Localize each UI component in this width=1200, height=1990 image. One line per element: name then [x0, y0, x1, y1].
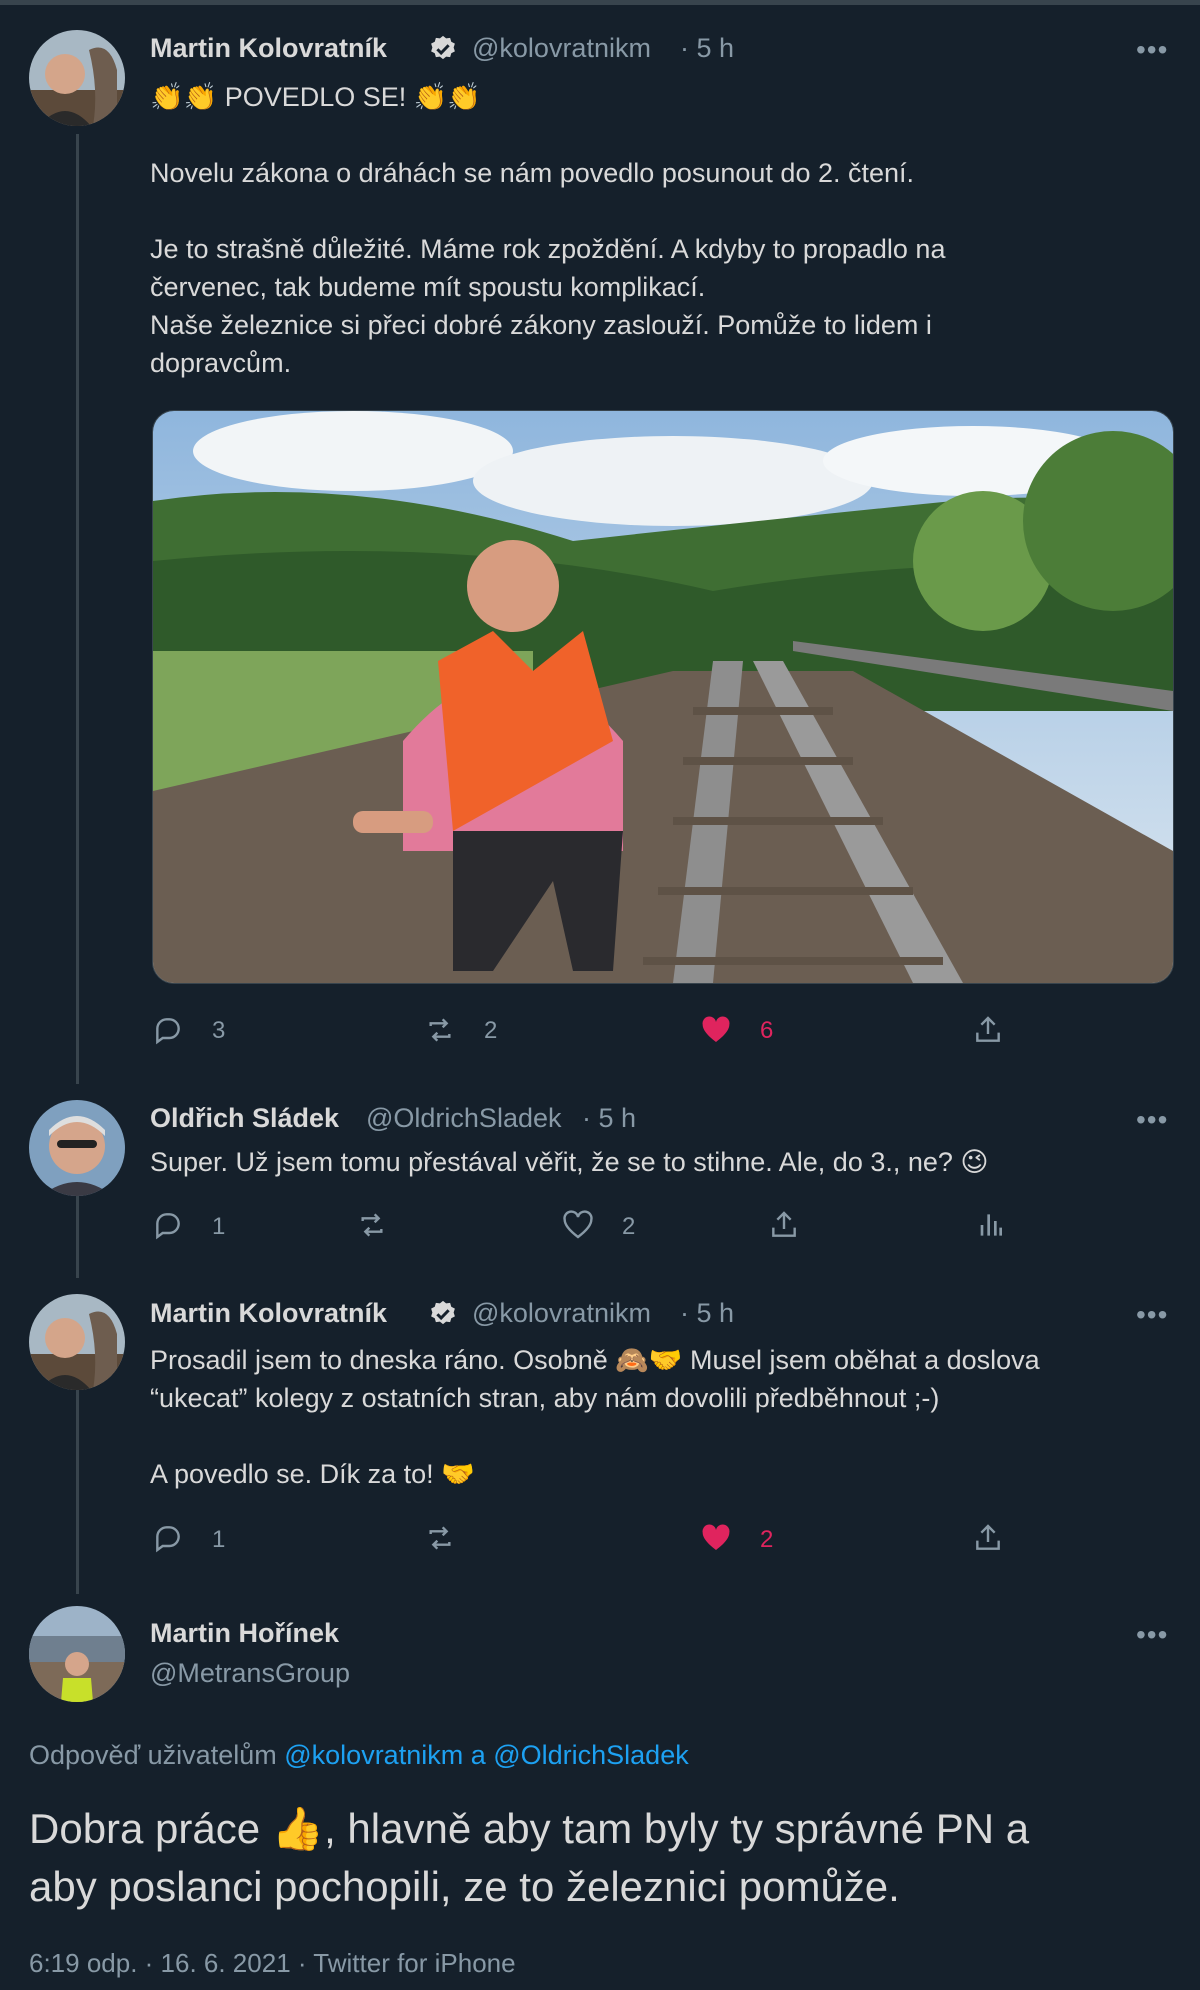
reply-count: 1 [212, 1213, 226, 1240]
author-name[interactable]: Martin Kolovratník [150, 1298, 387, 1329]
more-options-icon[interactable]: ••• [1136, 34, 1168, 66]
tweet-time[interactable]: · 5 h [680, 1298, 734, 1329]
reply-count: 1 [212, 1526, 226, 1553]
tweet-time[interactable]: · 5 h [680, 33, 734, 64]
retweet-icon[interactable] [424, 1014, 456, 1046]
verified-badge-icon [431, 35, 455, 60]
avatar[interactable] [29, 1294, 125, 1390]
tweet-timestamp[interactable]: 6:19 odp. · 16. 6. 2021 · Twitter for iP… [29, 1948, 516, 1979]
reply-context: Odpověď uživatelům @kolovratnikm a @Oldr… [29, 1740, 689, 1771]
tweet-time[interactable]: · 5 h [582, 1103, 636, 1134]
tweet-text: Novelu zákona o dráhách se nám povedlo p… [150, 158, 946, 378]
tweet-text: 👏👏 POVEDLO SE! 👏👏 [150, 82, 482, 112]
top-border [0, 0, 1200, 5]
like-count: 2 [622, 1213, 636, 1240]
heart-outline-icon[interactable] [562, 1209, 594, 1241]
avatar[interactable] [29, 1100, 125, 1196]
share-icon[interactable] [768, 1209, 800, 1241]
author-handle[interactable]: @kolovratnikm [472, 1298, 651, 1329]
retweet-icon[interactable] [424, 1522, 456, 1554]
author-name[interactable]: Martin Hořínek [150, 1618, 339, 1649]
verified-badge-icon [431, 1300, 455, 1325]
reply-icon[interactable] [152, 1522, 184, 1554]
share-icon[interactable] [972, 1014, 1004, 1046]
heart-icon[interactable] [700, 1522, 732, 1554]
author-name[interactable]: Martin Kolovratník [150, 33, 387, 64]
tweet-text: Super. Už jsem tomu přestával věřit, že … [150, 1147, 989, 1177]
share-icon[interactable] [972, 1522, 1004, 1554]
more-options-icon[interactable]: ••• [1136, 1299, 1168, 1331]
avatar[interactable] [29, 1606, 125, 1702]
like-count: 6 [760, 1017, 774, 1044]
author-name[interactable]: Oldřich Sládek [150, 1103, 339, 1134]
retweet-count: 2 [484, 1017, 498, 1044]
thread-connector [76, 1196, 79, 1278]
main-tweet-text: Dobra práce 👍, hlavně aby tam byly ty sp… [29, 1805, 1030, 1910]
heart-icon[interactable] [700, 1014, 732, 1046]
retweet-icon[interactable] [356, 1209, 388, 1241]
reply-icon[interactable] [152, 1014, 184, 1046]
reply-icon[interactable] [152, 1209, 184, 1241]
like-count: 2 [760, 1526, 774, 1553]
more-options-icon[interactable]: ••• [1136, 1104, 1168, 1136]
more-options-icon[interactable]: ••• [1136, 1619, 1168, 1651]
thread-connector [76, 134, 79, 1084]
reply-prefix: Odpověď uživatelům [29, 1740, 277, 1770]
analytics-icon[interactable] [974, 1209, 1006, 1241]
tweet-photo[interactable] [152, 410, 1174, 984]
author-handle[interactable]: @MetransGroup [150, 1658, 350, 1689]
author-handle[interactable]: @kolovratnikm [472, 33, 651, 64]
avatar[interactable] [29, 30, 125, 126]
tweet-text: Prosadil jsem to dneska ráno. Osobně 🙈🤝 … [150, 1345, 1040, 1489]
thread-connector [76, 1388, 79, 1594]
reply-count: 3 [212, 1017, 226, 1044]
reply-to-links[interactable]: @kolovratnikm a @OldrichSladek [284, 1740, 688, 1770]
author-handle[interactable]: @OldrichSladek [366, 1103, 562, 1134]
